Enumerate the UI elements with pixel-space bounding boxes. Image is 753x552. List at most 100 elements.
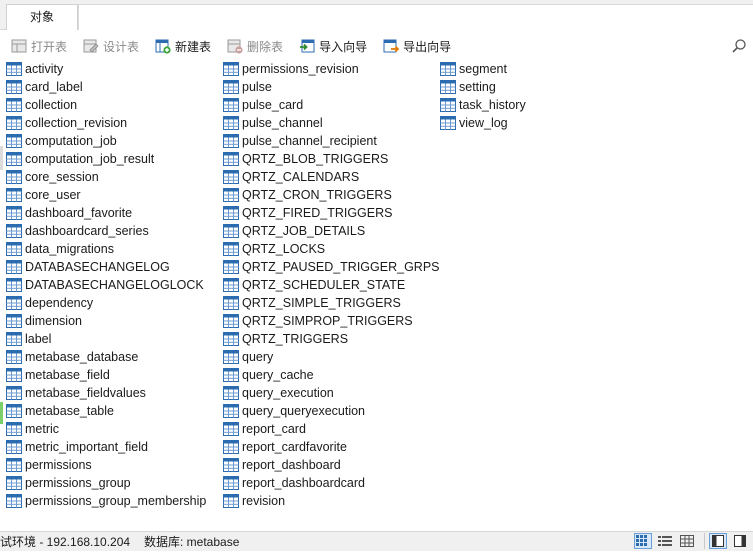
table-item[interactable]: permissions_group_membership	[6, 492, 206, 510]
table-icon	[6, 206, 22, 220]
table-icon	[223, 170, 239, 184]
table-icon	[223, 368, 239, 382]
table-item[interactable]: metabase_field	[6, 366, 206, 384]
table-item[interactable]: QRTZ_SIMPLE_TRIGGERS	[223, 294, 440, 312]
table-item-label: DATABASECHANGELOG	[25, 260, 170, 274]
table-item[interactable]: core_user	[6, 186, 206, 204]
table-item[interactable]: activity	[6, 60, 206, 78]
table-item[interactable]: pulse_channel	[223, 114, 440, 132]
table-item[interactable]: computation_job	[6, 132, 206, 150]
table-item[interactable]: report_card	[223, 420, 440, 438]
table-icon	[440, 116, 456, 130]
table-item[interactable]: QRTZ_SCHEDULER_STATE	[223, 276, 440, 294]
table-item[interactable]: QRTZ_FIRED_TRIGGERS	[223, 204, 440, 222]
table-item-label: metabase_table	[25, 404, 114, 418]
table-item[interactable]: DATABASECHANGELOGLOCK	[6, 276, 206, 294]
table-item[interactable]: dependency	[6, 294, 206, 312]
export-wizard-button[interactable]: 导出向导	[371, 35, 455, 57]
table-icon	[6, 422, 22, 436]
table-icon	[440, 98, 456, 112]
er-view-button[interactable]	[678, 533, 696, 549]
table-item[interactable]: metric_important_field	[6, 438, 206, 456]
search-icon[interactable]	[731, 38, 747, 54]
table-item[interactable]: report_dashboardcard	[223, 474, 440, 492]
table-item[interactable]: core_session	[6, 168, 206, 186]
table-item[interactable]: QRTZ_BLOB_TRIGGERS	[223, 150, 440, 168]
delete-table-button[interactable]: 删除表	[215, 35, 287, 57]
design-table-button[interactable]: 设计表	[71, 35, 143, 57]
design-table-icon	[83, 39, 99, 53]
table-item-label: query_execution	[242, 386, 334, 400]
table-item[interactable]: query_queryexecution	[223, 402, 440, 420]
tab-objects[interactable]: 对象	[6, 4, 78, 30]
table-item[interactable]: data_migrations	[6, 240, 206, 258]
toggle-left-pane-button[interactable]	[709, 533, 727, 549]
table-icon	[223, 278, 239, 292]
open-table-button[interactable]: 打开表	[0, 35, 71, 57]
table-item[interactable]: QRTZ_CRON_TRIGGERS	[223, 186, 440, 204]
table-icon	[223, 476, 239, 490]
table-item[interactable]: revision	[223, 492, 440, 510]
detail-view-button[interactable]	[656, 533, 674, 549]
table-item[interactable]: dashboardcard_series	[6, 222, 206, 240]
table-item[interactable]: view_log	[440, 114, 526, 132]
table-item-label: metabase_database	[25, 350, 139, 364]
table-icon	[6, 332, 22, 346]
table-item-label: collection_revision	[25, 116, 128, 130]
export-wizard-icon	[383, 39, 400, 53]
table-item[interactable]: report_dashboard	[223, 456, 440, 474]
table-item-label: computation_job	[25, 134, 117, 148]
table-item[interactable]: computation_job_result	[6, 150, 206, 168]
table-item[interactable]: query_cache	[223, 366, 440, 384]
list-view-button[interactable]	[634, 533, 652, 549]
table-item[interactable]: setting	[440, 78, 526, 96]
table-item[interactable]: pulse	[223, 78, 440, 96]
table-item[interactable]: dashboard_favorite	[6, 204, 206, 222]
table-item[interactable]: permissions	[6, 456, 206, 474]
table-item[interactable]: QRTZ_LOCKS	[223, 240, 440, 258]
import-wizard-button[interactable]: 导入向导	[287, 35, 371, 57]
table-icon	[6, 98, 22, 112]
table-icon	[6, 494, 22, 508]
table-item[interactable]: report_cardfavorite	[223, 438, 440, 456]
table-item[interactable]: permissions_group	[6, 474, 206, 492]
table-item[interactable]: card_label	[6, 78, 206, 96]
left-pane-icon	[712, 535, 724, 547]
table-item[interactable]: permissions_revision	[223, 60, 440, 78]
table-item[interactable]: metabase_database	[6, 348, 206, 366]
table-item[interactable]: segment	[440, 60, 526, 78]
table-item[interactable]: DATABASECHANGELOG	[6, 258, 206, 276]
toggle-right-pane-button[interactable]	[731, 533, 749, 549]
table-item[interactable]: QRTZ_TRIGGERS	[223, 330, 440, 348]
table-item[interactable]: collection_revision	[6, 114, 206, 132]
table-item[interactable]: pulse_channel_recipient	[223, 132, 440, 150]
table-icon	[6, 134, 22, 148]
new-table-button[interactable]: 新建表	[143, 35, 215, 57]
table-item[interactable]: QRTZ_JOB_DETAILS	[223, 222, 440, 240]
table-item-label: query_cache	[242, 368, 314, 382]
status-database: 数据库: metabase	[144, 535, 240, 549]
table-item[interactable]: task_history	[440, 96, 526, 114]
table-item[interactable]: QRTZ_SIMPROP_TRIGGERS	[223, 312, 440, 330]
table-icon	[6, 296, 22, 310]
table-item-label: activity	[25, 62, 64, 76]
table-item[interactable]: pulse_card	[223, 96, 440, 114]
table-item-label: revision	[242, 494, 286, 508]
table-item[interactable]: query	[223, 348, 440, 366]
table-item-label: core_session	[25, 170, 99, 184]
table-item[interactable]: collection	[6, 96, 206, 114]
table-icon	[223, 224, 239, 238]
table-item[interactable]: query_execution	[223, 384, 440, 402]
table-item[interactable]: QRTZ_PAUSED_TRIGGER_GRPS	[223, 258, 440, 276]
object-list-column-2: permissions_revision pulse pulse_card pulse…	[223, 60, 440, 510]
table-item-label: setting	[459, 80, 496, 94]
table-item[interactable]: metabase_fieldvalues	[6, 384, 206, 402]
table-item-label: QRTZ_SCHEDULER_STATE	[242, 278, 406, 292]
table-item[interactable]: metric	[6, 420, 206, 438]
table-item-label: segment	[459, 62, 507, 76]
table-item[interactable]: metabase_table	[6, 402, 206, 420]
table-item[interactable]: QRTZ_CALENDARS	[223, 168, 440, 186]
table-item[interactable]: dimension	[6, 312, 206, 330]
table-item[interactable]: label	[6, 330, 206, 348]
table-icon	[6, 116, 22, 130]
